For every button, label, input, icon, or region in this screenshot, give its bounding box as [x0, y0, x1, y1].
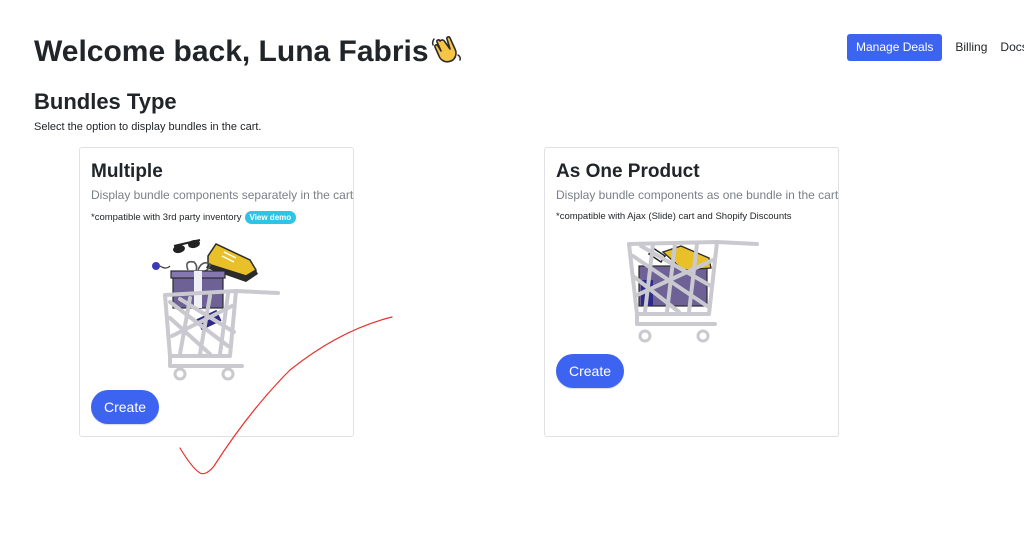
card-description: Display bundle components separately in … — [91, 188, 354, 202]
section-subtitle: Select the option to display bundles in … — [34, 121, 262, 133]
section-title: Bundles Type — [34, 89, 177, 114]
card-note: *compatible with 3rd party inventory Vie… — [91, 211, 297, 224]
charger-icon — [152, 262, 171, 270]
waving-hand-icon — [431, 36, 461, 63]
manage-deals-button[interactable]: Manage Deals — [847, 34, 943, 61]
card-title: Multiple — [91, 161, 163, 182]
welcome-heading: Welcome back, Luna Fabris — [34, 30, 463, 74]
card-note: *compatible with Ajax (Slide) cart and S… — [556, 211, 792, 222]
one-product-cart-illustration — [627, 240, 759, 343]
sunglasses-icon — [173, 239, 201, 254]
top-navigation: Manage Deals Billing Docs — [847, 34, 1024, 61]
billing-link[interactable]: Billing — [955, 34, 987, 61]
welcome-text: Welcome back, Luna Fabris — [34, 35, 429, 68]
docs-link[interactable]: Docs — [1000, 34, 1024, 61]
one-product-bundle-card[interactable]: As One Product Display bundle components… — [544, 147, 839, 437]
compatibility-note: *compatible with Ajax (Slide) cart and S… — [556, 211, 792, 222]
view-demo-badge[interactable]: View demo — [244, 211, 297, 224]
create-multiple-button[interactable]: Create — [91, 390, 160, 424]
compatibility-note: *compatible with 3rd party inventory — [91, 212, 242, 223]
card-description: Display bundle components as one bundle … — [556, 188, 839, 202]
create-one-product-button[interactable]: Create — [556, 354, 625, 388]
card-title: As One Product — [556, 161, 700, 182]
multiple-cart-illustration — [152, 239, 280, 381]
multiple-bundle-card[interactable]: Multiple Display bundle components separ… — [79, 147, 354, 437]
